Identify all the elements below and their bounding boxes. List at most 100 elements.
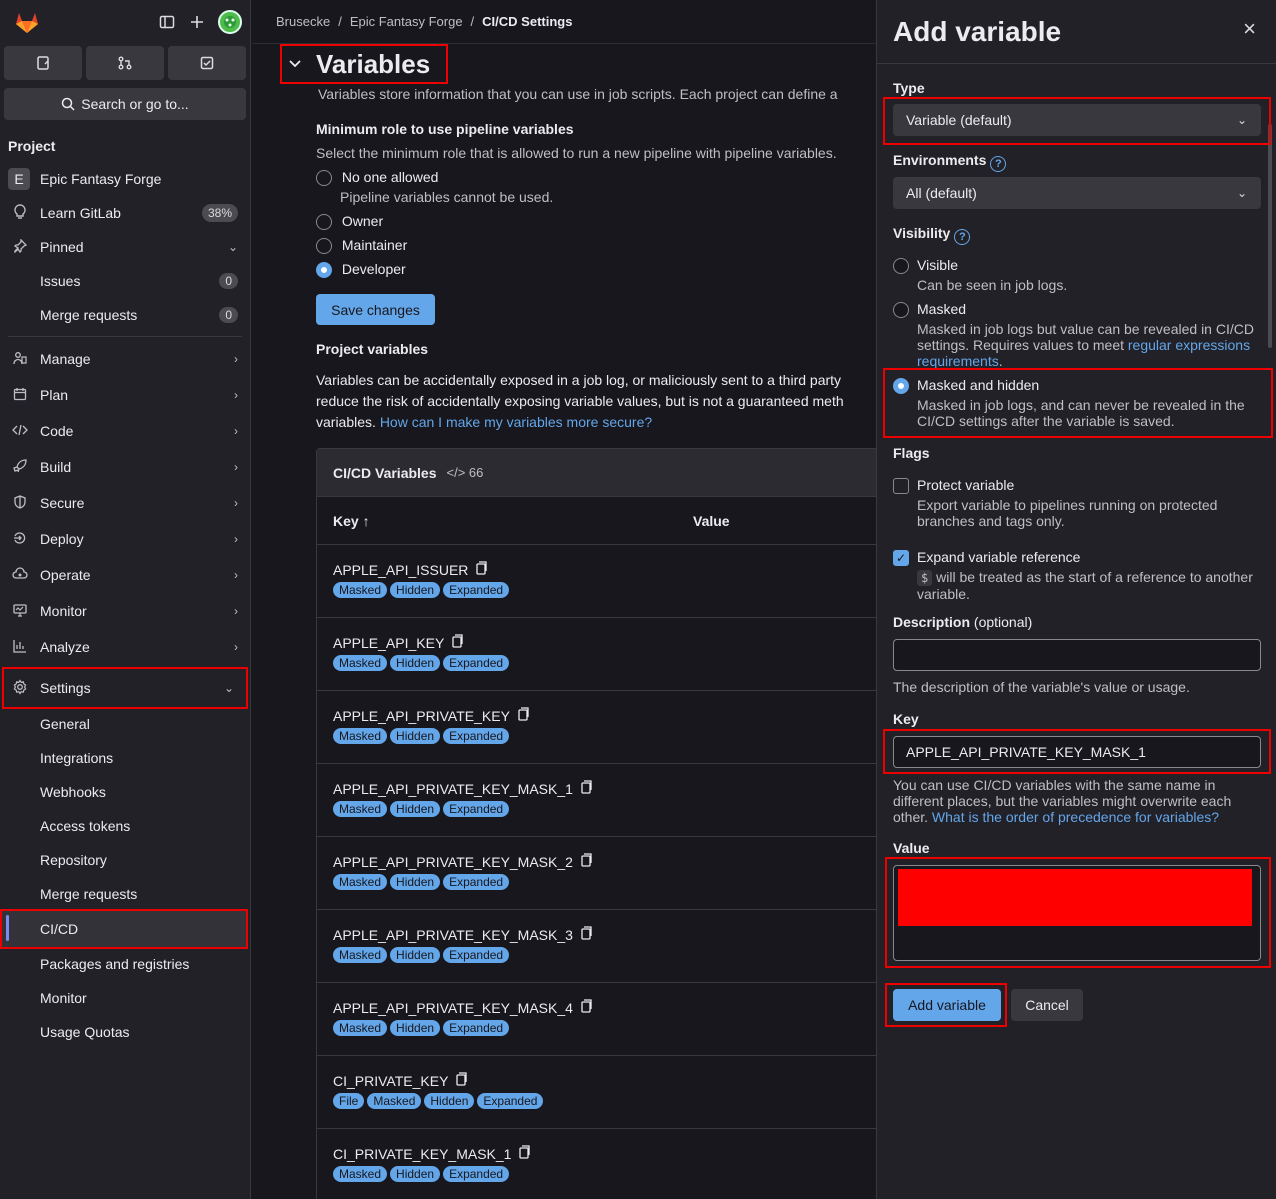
settings-item-cicd[interactable]: CI/CD bbox=[0, 909, 248, 949]
variable-tag-badge: File bbox=[333, 1093, 365, 1109]
chevron-right-icon: › bbox=[234, 640, 238, 654]
role-option-developer[interactable]: Developer bbox=[316, 261, 406, 279]
sidebar-item-operate[interactable]: Operate › bbox=[0, 557, 250, 593]
sidebar-item-code[interactable]: Code › bbox=[0, 413, 250, 449]
cancel-button[interactable]: Cancel bbox=[1011, 989, 1083, 1021]
chart-icon bbox=[10, 639, 30, 656]
column-key[interactable]: Key ↑ bbox=[333, 513, 370, 529]
copy-icon[interactable] bbox=[581, 926, 593, 943]
radio-no-one[interactable] bbox=[316, 170, 332, 187]
sidebar-item-deploy[interactable]: Deploy › bbox=[0, 521, 250, 557]
expand-checkbox[interactable]: ✓ bbox=[893, 550, 909, 566]
copy-icon[interactable] bbox=[476, 561, 488, 578]
description-input[interactable] bbox=[893, 639, 1261, 671]
variables-count-value: 66 bbox=[468, 465, 484, 480]
radio-developer[interactable] bbox=[316, 262, 332, 279]
plus-icon[interactable] bbox=[188, 13, 206, 31]
settings-item-general[interactable]: General bbox=[0, 707, 250, 741]
merge-requests-shortcut-button[interactable] bbox=[86, 46, 164, 80]
copy-icon[interactable] bbox=[581, 853, 593, 870]
breadcrumb-current[interactable]: CI/CD Settings bbox=[482, 14, 572, 29]
sidebar-item-learn-gitlab[interactable]: Learn GitLab 38% bbox=[0, 196, 250, 230]
role-option-no-one[interactable]: No one allowed bbox=[316, 169, 438, 187]
secure-variables-link[interactable]: How can I make my variables more secure? bbox=[380, 414, 652, 430]
chevron-down-icon[interactable] bbox=[288, 56, 302, 72]
radio-visible[interactable] bbox=[893, 258, 909, 274]
table-row[interactable]: APPLE_API_PRIVATE_KEY Masked Hidden Expande… bbox=[317, 691, 876, 764]
variables-section-header[interactable]: Variables bbox=[280, 44, 448, 84]
sidebar-item-build[interactable]: Build › bbox=[0, 449, 250, 485]
close-icon[interactable]: × bbox=[1243, 16, 1256, 42]
table-row[interactable]: APPLE_API_ISSUER Masked Hidden Expanded bbox=[317, 545, 876, 618]
table-row[interactable]: APPLE_API_PRIVATE_KEY_MASK_2 Masked Hidden… bbox=[317, 837, 876, 910]
sidebar-project-link[interactable]: E Epic Fantasy Forge bbox=[0, 162, 250, 196]
type-select[interactable]: Variable (default) ⌄ bbox=[893, 104, 1261, 136]
copy-icon[interactable] bbox=[452, 634, 464, 651]
copy-icon[interactable] bbox=[581, 999, 593, 1016]
sidebar-item-analyze[interactable]: Analyze › bbox=[0, 629, 250, 665]
manage-label: Manage bbox=[40, 351, 91, 367]
breadcrumb-group[interactable]: Brusecke bbox=[276, 14, 330, 29]
toggle-sidebar-icon[interactable] bbox=[158, 13, 176, 31]
copy-icon[interactable] bbox=[518, 707, 530, 724]
copy-icon[interactable] bbox=[456, 1072, 468, 1089]
sidebar-item-plan[interactable]: Plan › bbox=[0, 377, 250, 413]
sidebar-item-manage[interactable]: Manage › bbox=[0, 341, 250, 377]
copy-icon[interactable] bbox=[519, 1145, 531, 1162]
role-option-maintainer[interactable]: Maintainer bbox=[316, 237, 408, 255]
project-name: Epic Fantasy Forge bbox=[40, 171, 162, 187]
sidebar-item-pinned[interactable]: Pinned ⌄ bbox=[0, 230, 250, 264]
settings-item-monitor[interactable]: Monitor bbox=[0, 981, 250, 1015]
sidebar-item-monitor[interactable]: Monitor › bbox=[0, 593, 250, 629]
gitlab-logo-icon[interactable] bbox=[14, 9, 40, 35]
todos-shortcut-button[interactable] bbox=[168, 46, 246, 80]
variable-key-text: APPLE_API_PRIVATE_KEY_MASK_4 bbox=[333, 999, 573, 1016]
radio-masked-hidden[interactable] bbox=[893, 378, 909, 394]
settings-item-repository[interactable]: Repository bbox=[0, 843, 250, 877]
add-variable-button[interactable]: Add variable bbox=[893, 989, 1001, 1021]
settings-item-access-tokens[interactable]: Access tokens bbox=[0, 809, 250, 843]
breadcrumb: Brusecke / Epic Fantasy Forge / CI/CD Se… bbox=[252, 0, 876, 44]
key-input[interactable]: APPLE_API_PRIVATE_KEY_MASK_1 bbox=[893, 736, 1261, 768]
variable-key-text: APPLE_API_PRIVATE_KEY bbox=[333, 707, 510, 724]
variable-tag-badge: Hidden bbox=[390, 874, 441, 890]
search-button[interactable]: Search or go to... bbox=[4, 88, 246, 120]
precedence-link[interactable]: What is the order of precedence for vari… bbox=[932, 809, 1219, 825]
masked-hidden-label: Masked and hidden bbox=[917, 377, 1040, 393]
table-row[interactable]: APPLE_API_PRIVATE_KEY_MASK_4 Masked Hidden… bbox=[317, 983, 876, 1056]
role-option-owner[interactable]: Owner bbox=[316, 213, 383, 231]
copy-icon[interactable] bbox=[581, 780, 593, 797]
protect-checkbox[interactable] bbox=[893, 478, 909, 494]
table-row[interactable]: APPLE_API_PRIVATE_KEY_MASK_1 Masked Hidden… bbox=[317, 764, 876, 837]
settings-item-integrations[interactable]: Integrations bbox=[0, 741, 250, 775]
min-role-desc: Select the minimum role that is allowed … bbox=[316, 145, 837, 161]
sidebar-pinned-merge-requests[interactable]: Merge requests 0 bbox=[0, 298, 250, 332]
table-row[interactable]: APPLE_API_KEY Masked Hidden Expanded bbox=[317, 618, 876, 691]
table-row[interactable]: CI_PRIVATE_KEY_MASK_1 Masked Hidden Expande… bbox=[317, 1129, 876, 1199]
issues-shortcut-button[interactable] bbox=[4, 46, 82, 80]
value-textarea[interactable] bbox=[893, 865, 1261, 961]
avatar[interactable] bbox=[218, 10, 242, 34]
table-row[interactable]: CI_PRIVATE_KEY File Masked Hidden Expanded bbox=[317, 1056, 876, 1129]
settings-item-webhooks[interactable]: Webhooks bbox=[0, 775, 250, 809]
radio-masked[interactable] bbox=[893, 302, 909, 318]
radio-maintainer[interactable] bbox=[316, 238, 332, 255]
lightbulb-icon bbox=[10, 203, 30, 223]
role-maintainer-label: Maintainer bbox=[341, 237, 408, 253]
table-row[interactable]: APPLE_API_PRIVATE_KEY_MASK_3 Masked Hidden… bbox=[317, 910, 876, 983]
sidebar-pinned-issues[interactable]: Issues 0 bbox=[0, 264, 250, 298]
settings-item-usage-quotas[interactable]: Usage Quotas bbox=[0, 1015, 250, 1049]
sidebar-item-secure[interactable]: Secure › bbox=[0, 485, 250, 521]
sidebar-item-settings[interactable]: Settings ⌄ bbox=[2, 667, 248, 709]
thumbtack-icon bbox=[10, 237, 30, 256]
settings-item-packages[interactable]: Packages and registries bbox=[0, 947, 250, 981]
environments-select[interactable]: All (default) ⌄ bbox=[893, 177, 1261, 209]
table-header: Key ↑ Value bbox=[317, 497, 876, 545]
save-changes-button[interactable]: Save changes bbox=[316, 294, 435, 325]
drawer-scrollbar[interactable] bbox=[1268, 124, 1272, 348]
settings-item-merge-requests[interactable]: Merge requests bbox=[0, 877, 250, 911]
question-icon[interactable]: ? bbox=[990, 156, 1007, 172]
question-icon[interactable]: ? bbox=[954, 229, 971, 245]
radio-owner[interactable] bbox=[316, 214, 332, 231]
breadcrumb-project[interactable]: Epic Fantasy Forge bbox=[350, 14, 463, 29]
